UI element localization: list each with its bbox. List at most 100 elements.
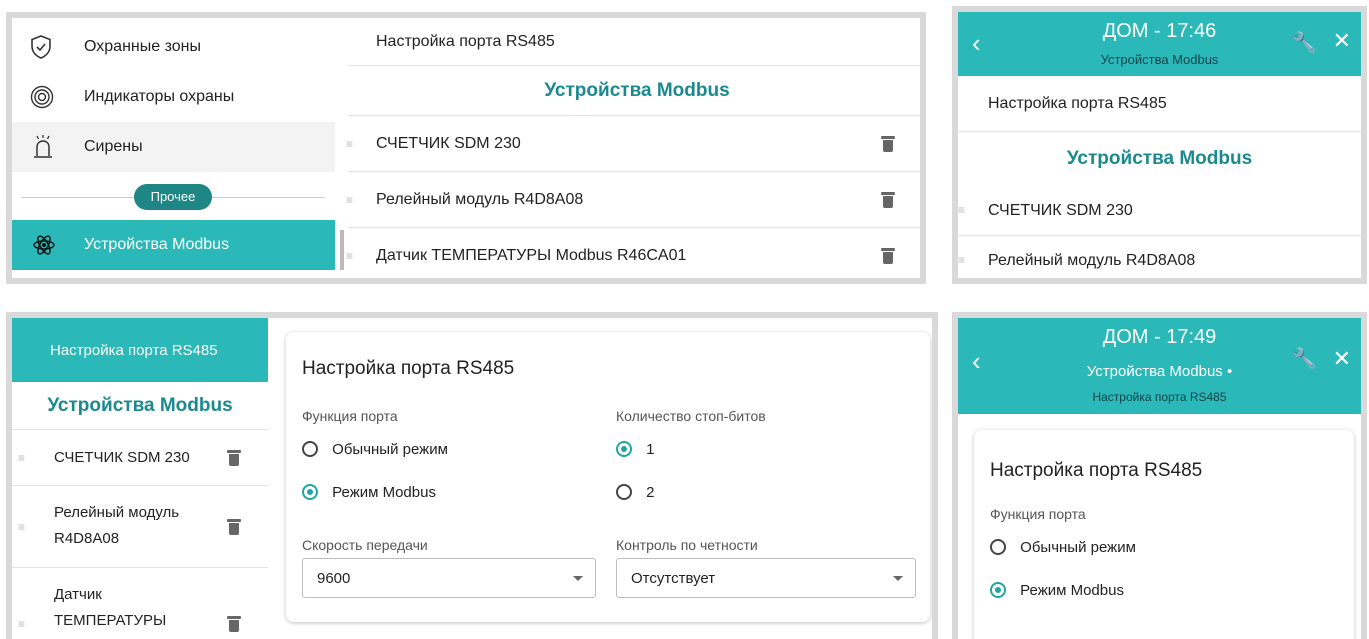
section-title: Устройства Modbus — [47, 394, 233, 416]
trash-icon[interactable] — [881, 192, 895, 208]
sidebar-item-label: Устройства Modbus — [84, 236, 230, 253]
radio-stop-bit-1[interactable]: 1 — [616, 440, 655, 458]
section-header: Устройства Modbus — [348, 66, 920, 116]
card-title: Настройка порта RS485 — [302, 358, 515, 379]
drag-handle-icon[interactable]: ≡ — [346, 138, 353, 150]
chevron-down-icon — [573, 576, 583, 581]
port-settings-link[interactable]: Настройка порта RS485 — [958, 76, 1361, 132]
radio-label: Обычный режим — [332, 440, 448, 458]
section-title: Устройства Modbus — [1066, 148, 1253, 169]
baud-rate-select[interactable]: 9600 — [302, 558, 596, 598]
trash-icon[interactable] — [227, 519, 241, 535]
atom-icon — [32, 233, 56, 262]
panel-mobile-port-settings: ‹ ДОМ - 17:49 Устройства Modbus • Настро… — [952, 312, 1367, 639]
baud-rate-label: Скорость передачи — [302, 537, 428, 553]
wrench-icon[interactable]: 🔧 — [1292, 346, 1317, 371]
stop-bits-label: Количество стоп-битов — [616, 408, 766, 424]
sidebar-item-modbus-active[interactable]: Устройства Modbus — [12, 220, 335, 270]
device-row[interactable]: ≡ СЧЕТЧИК SDM 230 — [12, 430, 268, 486]
select-value: Отсутствует — [631, 569, 716, 587]
close-icon[interactable]: ✕ — [1333, 28, 1351, 54]
radio-normal-mode[interactable]: Обычный режим — [302, 440, 448, 458]
radio-modbus-mode[interactable]: Режим Modbus — [302, 483, 436, 501]
sidebar-item-label: Охранные зоны — [84, 38, 201, 55]
siren-icon — [32, 134, 54, 165]
sidebar-item-label: Индикаторы охраны — [84, 88, 235, 105]
radio-label: 1 — [646, 440, 655, 458]
radio-button[interactable] — [302, 484, 318, 501]
device-row[interactable]: ≡ Датчик ТЕМПЕРАТУРЫ — [12, 568, 268, 639]
sidebar-item-sirens[interactable]: Сирены — [12, 122, 335, 172]
device-row[interactable]: ≡ Датчик ТЕМПЕРАТУРЫ Modbus R46CA01 — [346, 228, 920, 278]
radio-button[interactable] — [302, 441, 318, 458]
sidebar-item-zones[interactable]: Охранные зоны — [12, 22, 335, 72]
trash-icon[interactable] — [227, 450, 241, 466]
drag-handle-icon[interactable]: ≡ — [18, 452, 25, 464]
target-indicator-icon — [30, 85, 54, 114]
device-name: Релейный модуль R4D8A08 — [376, 190, 584, 208]
port-settings-label: Настройка порта RS485 — [988, 94, 1167, 112]
close-icon[interactable]: ✕ — [1333, 346, 1351, 372]
radio-label: 2 — [646, 483, 655, 501]
device-row[interactable]: ≡ СЧЕТЧИК SDM 230 — [346, 116, 920, 172]
trash-icon[interactable] — [881, 136, 895, 152]
device-name: СЧЕТЧИК SDM 230 — [988, 201, 1133, 219]
device-name: Датчик ТЕМПЕРАТУРЫ Modbus R46CA01 — [376, 247, 687, 264]
chevron-down-icon — [893, 576, 903, 581]
section-header: Устройства Modbus — [12, 382, 268, 430]
device-row[interactable]: ≡ Релейный модуль R4D8A08 — [12, 486, 268, 568]
device-row[interactable]: ≡ Релейный модуль R4D8A08 — [958, 236, 1361, 278]
port-settings-link[interactable]: Настройка порта RS485 — [348, 18, 920, 66]
drag-handle-icon[interactable]: ≡ — [958, 204, 965, 216]
radio-stop-bit-2[interactable]: 2 — [616, 483, 655, 501]
drag-handle-icon[interactable]: ≡ — [958, 254, 965, 266]
device-name: Датчик ТЕМПЕРАТУРЫ — [54, 586, 167, 629]
shield-icon — [30, 35, 52, 64]
device-row[interactable]: ≡ СЧЕТЧИК SDM 230 — [958, 186, 1361, 236]
app-header: ‹ ДОМ - 17:46 Устройства Modbus 🔧 ✕ — [958, 12, 1361, 76]
radio-label: Режим Modbus — [1020, 581, 1124, 599]
panel-desktop-port-settings: Настройка порта RS485 Устройства Modbus … — [6, 312, 938, 639]
parity-select[interactable]: Отсутствует — [616, 558, 916, 598]
radio-button[interactable] — [616, 484, 632, 501]
sidebar-item-indicators[interactable]: Индикаторы охраны — [12, 72, 335, 122]
card-title: Настройка порта RS485 — [990, 460, 1203, 481]
sidebar-item-label: Сирены — [84, 138, 143, 155]
radio-normal-mode[interactable]: Обычный режим — [990, 538, 1136, 556]
device-list-narrow: Настройка порта RS485 Устройства Modbus … — [12, 318, 268, 639]
panel-mobile-devices: ‹ ДОМ - 17:46 Устройства Modbus 🔧 ✕ Наст… — [952, 6, 1367, 284]
sidebar-scrollbar[interactable] — [340, 230, 344, 270]
port-settings-label: Настройка порта RS485 — [50, 341, 218, 359]
device-name: Релейный модуль R4D8A08 — [988, 252, 1196, 269]
device-name: СЧЕТЧИК SDM 230 — [376, 134, 521, 152]
wrench-icon[interactable]: 🔧 — [1292, 30, 1317, 55]
radio-label: Обычный режим — [1020, 538, 1136, 556]
divider-chip-other: Прочее — [134, 184, 212, 210]
port-function-label: Функция порта — [302, 408, 398, 424]
trash-icon[interactable] — [881, 248, 895, 264]
drag-handle-icon[interactable]: ≡ — [346, 194, 353, 206]
radio-button[interactable] — [990, 539, 1006, 556]
drag-handle-icon[interactable]: ≡ — [18, 521, 25, 533]
header-breadcrumb: Настройка порта RS485 — [1092, 390, 1227, 404]
radio-modbus-mode[interactable]: Режим Modbus — [990, 581, 1124, 599]
device-row[interactable]: ≡ Релейный модуль R4D8A08 — [346, 172, 920, 228]
port-settings-label: Настройка порта RS485 — [376, 32, 555, 50]
select-value: 9600 — [317, 569, 351, 587]
device-name: СЧЕТЧИК SDM 230 — [54, 449, 190, 466]
port-settings-card: Настройка порта RS485 Функция порта Обыч… — [286, 332, 930, 622]
parity-label: Контроль по четности — [616, 537, 758, 553]
drag-handle-icon[interactable]: ≡ — [18, 618, 25, 630]
device-list: Настройка порта RS485 Устройства Modbus … — [346, 18, 920, 278]
app-header: ‹ ДОМ - 17:49 Устройства Modbus • Настро… — [958, 318, 1361, 414]
drag-handle-icon[interactable]: ≡ — [346, 250, 353, 262]
radio-button[interactable] — [616, 441, 632, 458]
port-function-label: Функция порта — [990, 506, 1086, 522]
port-settings-tab[interactable]: Настройка порта RS485 — [12, 318, 268, 382]
radio-label: Режим Modbus — [332, 483, 436, 501]
section-header: Устройства Modbus — [958, 132, 1361, 186]
radio-button[interactable] — [990, 582, 1006, 599]
device-name: Релейный модуль R4D8A08 — [54, 504, 180, 547]
trash-icon[interactable] — [227, 616, 241, 632]
sidebar: Охранные зоны Индикаторы охраны Сирены П… — [12, 18, 344, 278]
